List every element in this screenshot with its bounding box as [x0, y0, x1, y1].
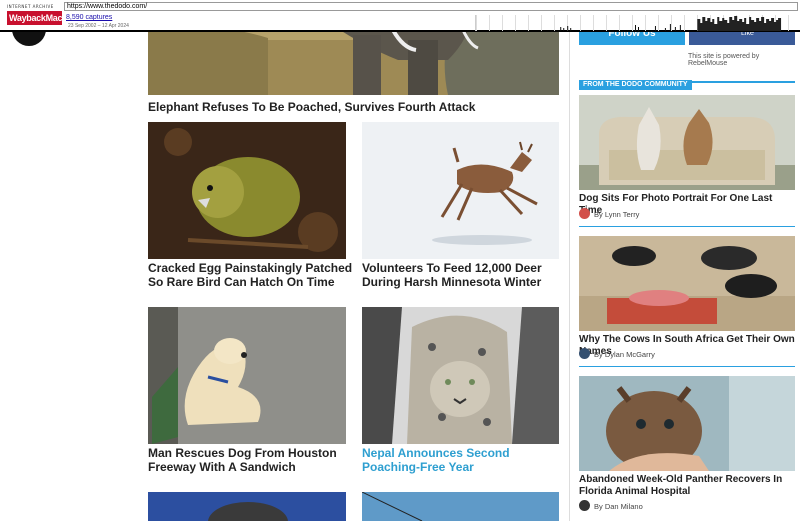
article-image-dog[interactable]: [148, 307, 346, 444]
deer-illustration: [362, 122, 559, 259]
captures-link[interactable]: 8,590 captures: [66, 14, 112, 21]
capture-sparkline: [560, 16, 782, 31]
post-title[interactable]: Abandoned Week-Old Panther Recovers In F…: [579, 474, 795, 498]
powered-by[interactable]: This site is powered by RebelMouse: [688, 53, 800, 67]
article-image-snow-leopard[interactable]: [362, 307, 559, 444]
post-author[interactable]: By Lynn Terry: [594, 210, 639, 219]
article-image-partial[interactable]: [362, 492, 559, 521]
panther-cub-illustration: [579, 376, 795, 471]
community-header: FROM THE DODO COMMUNITY: [579, 73, 795, 90]
parrot-illustration: [148, 122, 346, 259]
article-title[interactable]: Volunteers To Feed 12,000 Deer During Ha…: [362, 261, 567, 289]
article-image-partial[interactable]: [148, 492, 346, 521]
snow-leopard-illustration: [362, 307, 559, 444]
article-image-kakapo[interactable]: [148, 122, 346, 259]
article-title-link[interactable]: Nepal Announces Second Poaching-Free Yea…: [362, 446, 567, 474]
article-image-deer[interactable]: [362, 122, 559, 259]
hero-title[interactable]: Elephant Refuses To Be Poached, Survives…: [148, 100, 568, 114]
post-image-panther[interactable]: [579, 376, 795, 471]
article-title[interactable]: Man Rescues Dog From Houston Freeway Wit…: [148, 446, 353, 474]
capture-date-range: 23 Sep 2002 – 12 Apr 2024: [68, 23, 129, 29]
wayback-toolbar: INTERNET ARCHIVE WaybackMachine https://…: [0, 0, 800, 32]
author-avatar: [579, 348, 590, 359]
author-avatar: [579, 500, 590, 511]
dog-illustration: [148, 307, 346, 444]
post-image-dogs[interactable]: [579, 95, 795, 190]
author-avatar: [579, 208, 590, 219]
cows-illustration: [579, 236, 795, 331]
partial-illustration: [362, 492, 559, 521]
post-divider: [579, 366, 795, 367]
post-author[interactable]: By Dan Milano: [594, 502, 643, 511]
post-divider: [579, 226, 795, 227]
wayback-logo[interactable]: INTERNET ARCHIVE WaybackMachine: [7, 4, 80, 28]
post-author[interactable]: By Dylan McGarry: [594, 350, 655, 359]
capture-timeline[interactable]: [475, 15, 800, 31]
community-label: FROM THE DODO COMMUNITY: [579, 80, 692, 90]
post-image-cows[interactable]: [579, 236, 795, 331]
article-title[interactable]: Cracked Egg Painstakingly Patched So Rar…: [148, 261, 353, 289]
wayback-machine-label: WaybackMachine: [7, 11, 80, 25]
wayback-url-input[interactable]: https://www.thedodo.com/: [64, 2, 798, 11]
partial-illustration: [148, 492, 346, 521]
dogs-on-chair-illustration: [579, 95, 795, 190]
internet-archive-label: INTERNET ARCHIVE: [7, 4, 54, 9]
column-divider: [569, 0, 570, 521]
